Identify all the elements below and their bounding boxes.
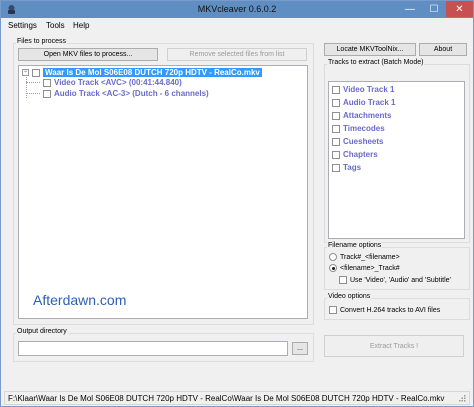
list-item-checkbox[interactable] (332, 111, 340, 120)
menu-bar: Settings Tools Help (1, 18, 473, 33)
option-label: Track#_<filename> (340, 253, 400, 261)
radio-prefix[interactable] (329, 253, 337, 261)
file-name: Waar Is De Mol S06E08 DUTCH 720p HDTV - … (43, 68, 262, 77)
output-directory-input[interactable] (18, 341, 288, 356)
extract-group-title: Tracks to extract (Batch Mode) (327, 59, 425, 66)
open-files-button[interactable]: Open MKV files to process... (18, 48, 158, 61)
use-names-label: Use 'Video', 'Audio' and 'Subtitle' (350, 276, 451, 284)
convert-option[interactable]: Convert H.264 tracks to AVI files (329, 306, 440, 314)
list-item-checkbox[interactable] (332, 85, 340, 94)
list-item-checkbox[interactable] (332, 137, 340, 146)
extract-tracks-button[interactable]: Extract Tracks ! (324, 335, 464, 357)
status-text: F:\Klaar\Waar Is De Mol S06E08 DUTCH 720… (8, 393, 445, 403)
list-item-label: Attachments (343, 111, 392, 120)
menu-settings[interactable]: Settings (8, 21, 37, 30)
resize-grip-icon[interactable] (459, 395, 466, 402)
use-names-option[interactable]: Use 'Video', 'Audio' and 'Subtitle' (339, 276, 451, 284)
maximize-button[interactable]: ☐ (422, 1, 446, 17)
track-label: Audio Track <AC-3> (Dutch - 6 channels) (54, 89, 209, 98)
list-item[interactable]: Audio Track 1 (332, 97, 395, 108)
list-item[interactable]: Tags (332, 162, 361, 173)
watermark-text: Afterdawn.com (33, 292, 127, 308)
list-item[interactable]: Chapters (332, 149, 378, 160)
status-bar: F:\Klaar\Waar Is De Mol S06E08 DUTCH 720… (4, 391, 470, 405)
tree-branch-line (26, 77, 27, 98)
option-label: <filename>_Track# (340, 264, 400, 272)
tree-branch-line (26, 82, 40, 83)
list-item[interactable]: Attachments (332, 110, 391, 121)
file-tree[interactable]: − Waar Is De Mol S06E08 DUTCH 720p HDTV … (18, 65, 308, 319)
list-item[interactable]: Timecodes (332, 123, 385, 134)
menu-help[interactable]: Help (73, 21, 89, 30)
collapse-icon[interactable]: − (22, 69, 29, 76)
list-item-checkbox[interactable] (332, 124, 340, 133)
filename-option-prefix[interactable]: Track#_<filename> (329, 253, 400, 261)
files-group-title: Files to process (16, 38, 68, 45)
close-button[interactable]: ✕ (446, 1, 473, 17)
list-item-label: Cuesheets (343, 137, 384, 146)
list-item-checkbox[interactable] (332, 163, 340, 172)
file-checkbox[interactable] (32, 68, 40, 77)
app-window: MKVcleaver 0.6.0.2 — ☐ ✕ Settings Tools … (0, 0, 474, 407)
locate-mkvtoolnix-button[interactable]: Locate MKVToolNix... (324, 43, 416, 56)
video-options-title: Video options (327, 293, 372, 300)
radio-suffix[interactable] (329, 264, 337, 272)
filename-options-title: Filename options (327, 242, 383, 249)
list-item-label: Chapters (343, 150, 378, 159)
output-group-title: Output directory (16, 328, 68, 335)
list-item-label: Video Track 1 (343, 85, 395, 94)
filename-option-suffix[interactable]: <filename>_Track# (329, 264, 400, 272)
track-label: Video Track <AVC> (00:41:44.840) (54, 78, 182, 87)
remove-files-button[interactable]: Remove selected files from list (167, 48, 307, 61)
list-item[interactable]: Cuesheets (332, 136, 383, 147)
tree-track-row[interactable]: Video Track <AVC> (00:41:44.840) (43, 77, 182, 88)
minimize-button[interactable]: — (398, 1, 422, 17)
convert-label: Convert H.264 tracks to AVI files (340, 306, 441, 314)
tree-branch-line (26, 93, 40, 94)
list-item-label: Audio Track 1 (343, 98, 396, 107)
track-checkbox[interactable] (43, 89, 51, 98)
tracks-to-extract-list[interactable]: Video Track 1 Audio Track 1 Attachments … (328, 81, 465, 239)
use-names-checkbox[interactable] (339, 276, 347, 284)
about-button[interactable]: About (419, 43, 467, 56)
convert-checkbox[interactable] (329, 306, 337, 314)
tree-track-row[interactable]: Audio Track <AC-3> (Dutch - 6 channels) (43, 88, 209, 99)
browse-button[interactable]: ... (292, 342, 308, 355)
menu-tools[interactable]: Tools (46, 21, 65, 30)
list-item-label: Timecodes (343, 124, 385, 133)
list-item-checkbox[interactable] (332, 150, 340, 159)
title-bar[interactable]: MKVcleaver 0.6.0.2 — ☐ ✕ (1, 1, 473, 18)
list-item-label: Tags (343, 163, 362, 172)
list-item[interactable]: Video Track 1 (332, 84, 394, 95)
track-checkbox[interactable] (43, 78, 51, 87)
list-item-checkbox[interactable] (332, 98, 340, 107)
